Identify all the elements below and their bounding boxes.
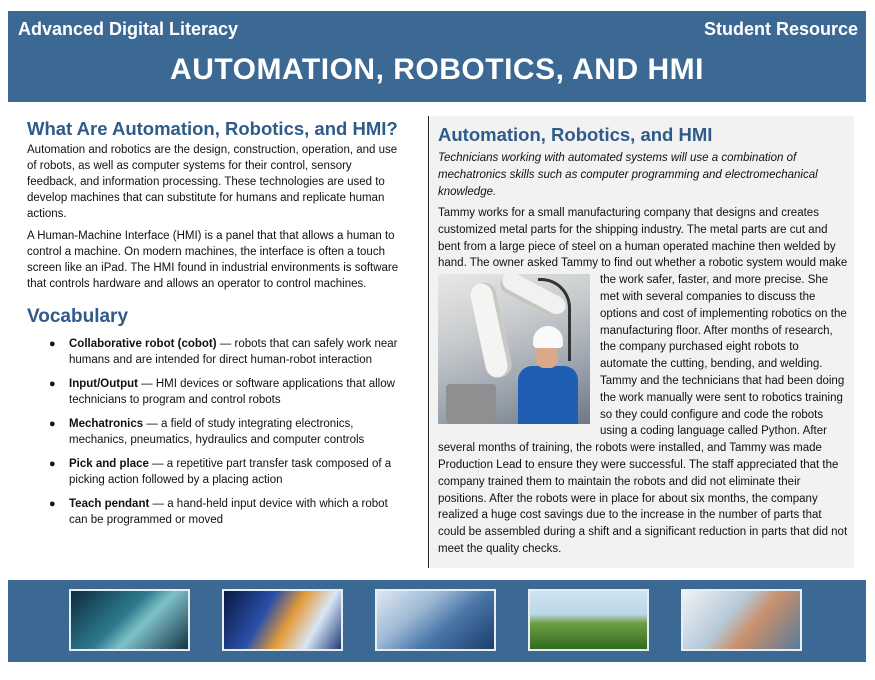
vocab-term: Pick and place: [69, 458, 149, 470]
definition-heading: What Are Automation, Robotics, and HMI?: [27, 118, 398, 139]
story-text-part-1: Tammy works for a small manufacturing co…: [438, 207, 836, 270]
header-banner: Advanced Digital Literacy Student Resour…: [8, 11, 866, 102]
robot-arm-shape: [468, 280, 514, 380]
bullet-icon: ●: [49, 338, 56, 350]
list-item: ● Pick and place — a repetitive part tran…: [27, 456, 399, 488]
vocabulary-heading: Vocabulary: [27, 306, 129, 327]
smart-city-thumbnail: [222, 589, 343, 651]
robot-hand-thumbnail: [375, 589, 496, 651]
list-item: ● Mechatronics — a field of study integra…: [27, 416, 399, 448]
vocab-term: Collaborative robot (cobot): [69, 338, 217, 350]
vocab-term: Mechatronics: [69, 418, 144, 430]
course-name: Advanced Digital Literacy: [18, 19, 239, 39]
drones-farm-thumbnail: [528, 589, 649, 651]
definition-paragraph-2: A Human-Machine Interface (HMI) is a pan…: [27, 230, 399, 290]
list-item: ● Collaborative robot (cobot) — robots th…: [27, 336, 399, 368]
list-item: ● Input/Output — HMI devices or software …: [27, 376, 399, 408]
column-divider: [428, 116, 429, 568]
machine-base-shape: [446, 384, 496, 425]
students-lab-thumbnail: [69, 589, 190, 651]
scientist-thumbnail: [681, 589, 802, 651]
vocab-term: Teach pendant: [69, 498, 150, 510]
story-heading: Automation, Robotics, and HMI: [438, 124, 713, 145]
bullet-icon: ●: [49, 418, 56, 430]
vocab-term: Input/Output: [69, 378, 138, 390]
left-column: What Are Automation, Robotics, and HMI? …: [27, 118, 399, 536]
bullet-icon: ●: [49, 458, 56, 470]
story-content: Automation, Robotics, and HMI Technician…: [438, 124, 848, 558]
vocabulary-list: ● Collaborative robot (cobot) — robots th…: [27, 336, 399, 528]
technician-body-shape: [518, 366, 578, 425]
definition-paragraph-1: Automation and robotics are the design, …: [27, 144, 398, 220]
hard-hat-shape: [533, 326, 563, 349]
bullet-icon: ●: [49, 498, 56, 510]
robot-technician-photo: [438, 274, 590, 425]
bullet-icon: ●: [49, 378, 56, 390]
story-panel: Automation, Robotics, and HMI Technician…: [430, 116, 854, 568]
footer-banner: [8, 580, 866, 662]
list-item: ● Teach pendant — a hand-held input devic…: [27, 496, 399, 528]
story-text: Tammy works for a small manufacturing co…: [438, 205, 848, 558]
resource-type: Student Resource: [703, 19, 858, 39]
page-title: AUTOMATION, ROBOTICS, AND HMI: [170, 53, 704, 86]
story-intro: Technicians working with automated syste…: [438, 152, 818, 198]
